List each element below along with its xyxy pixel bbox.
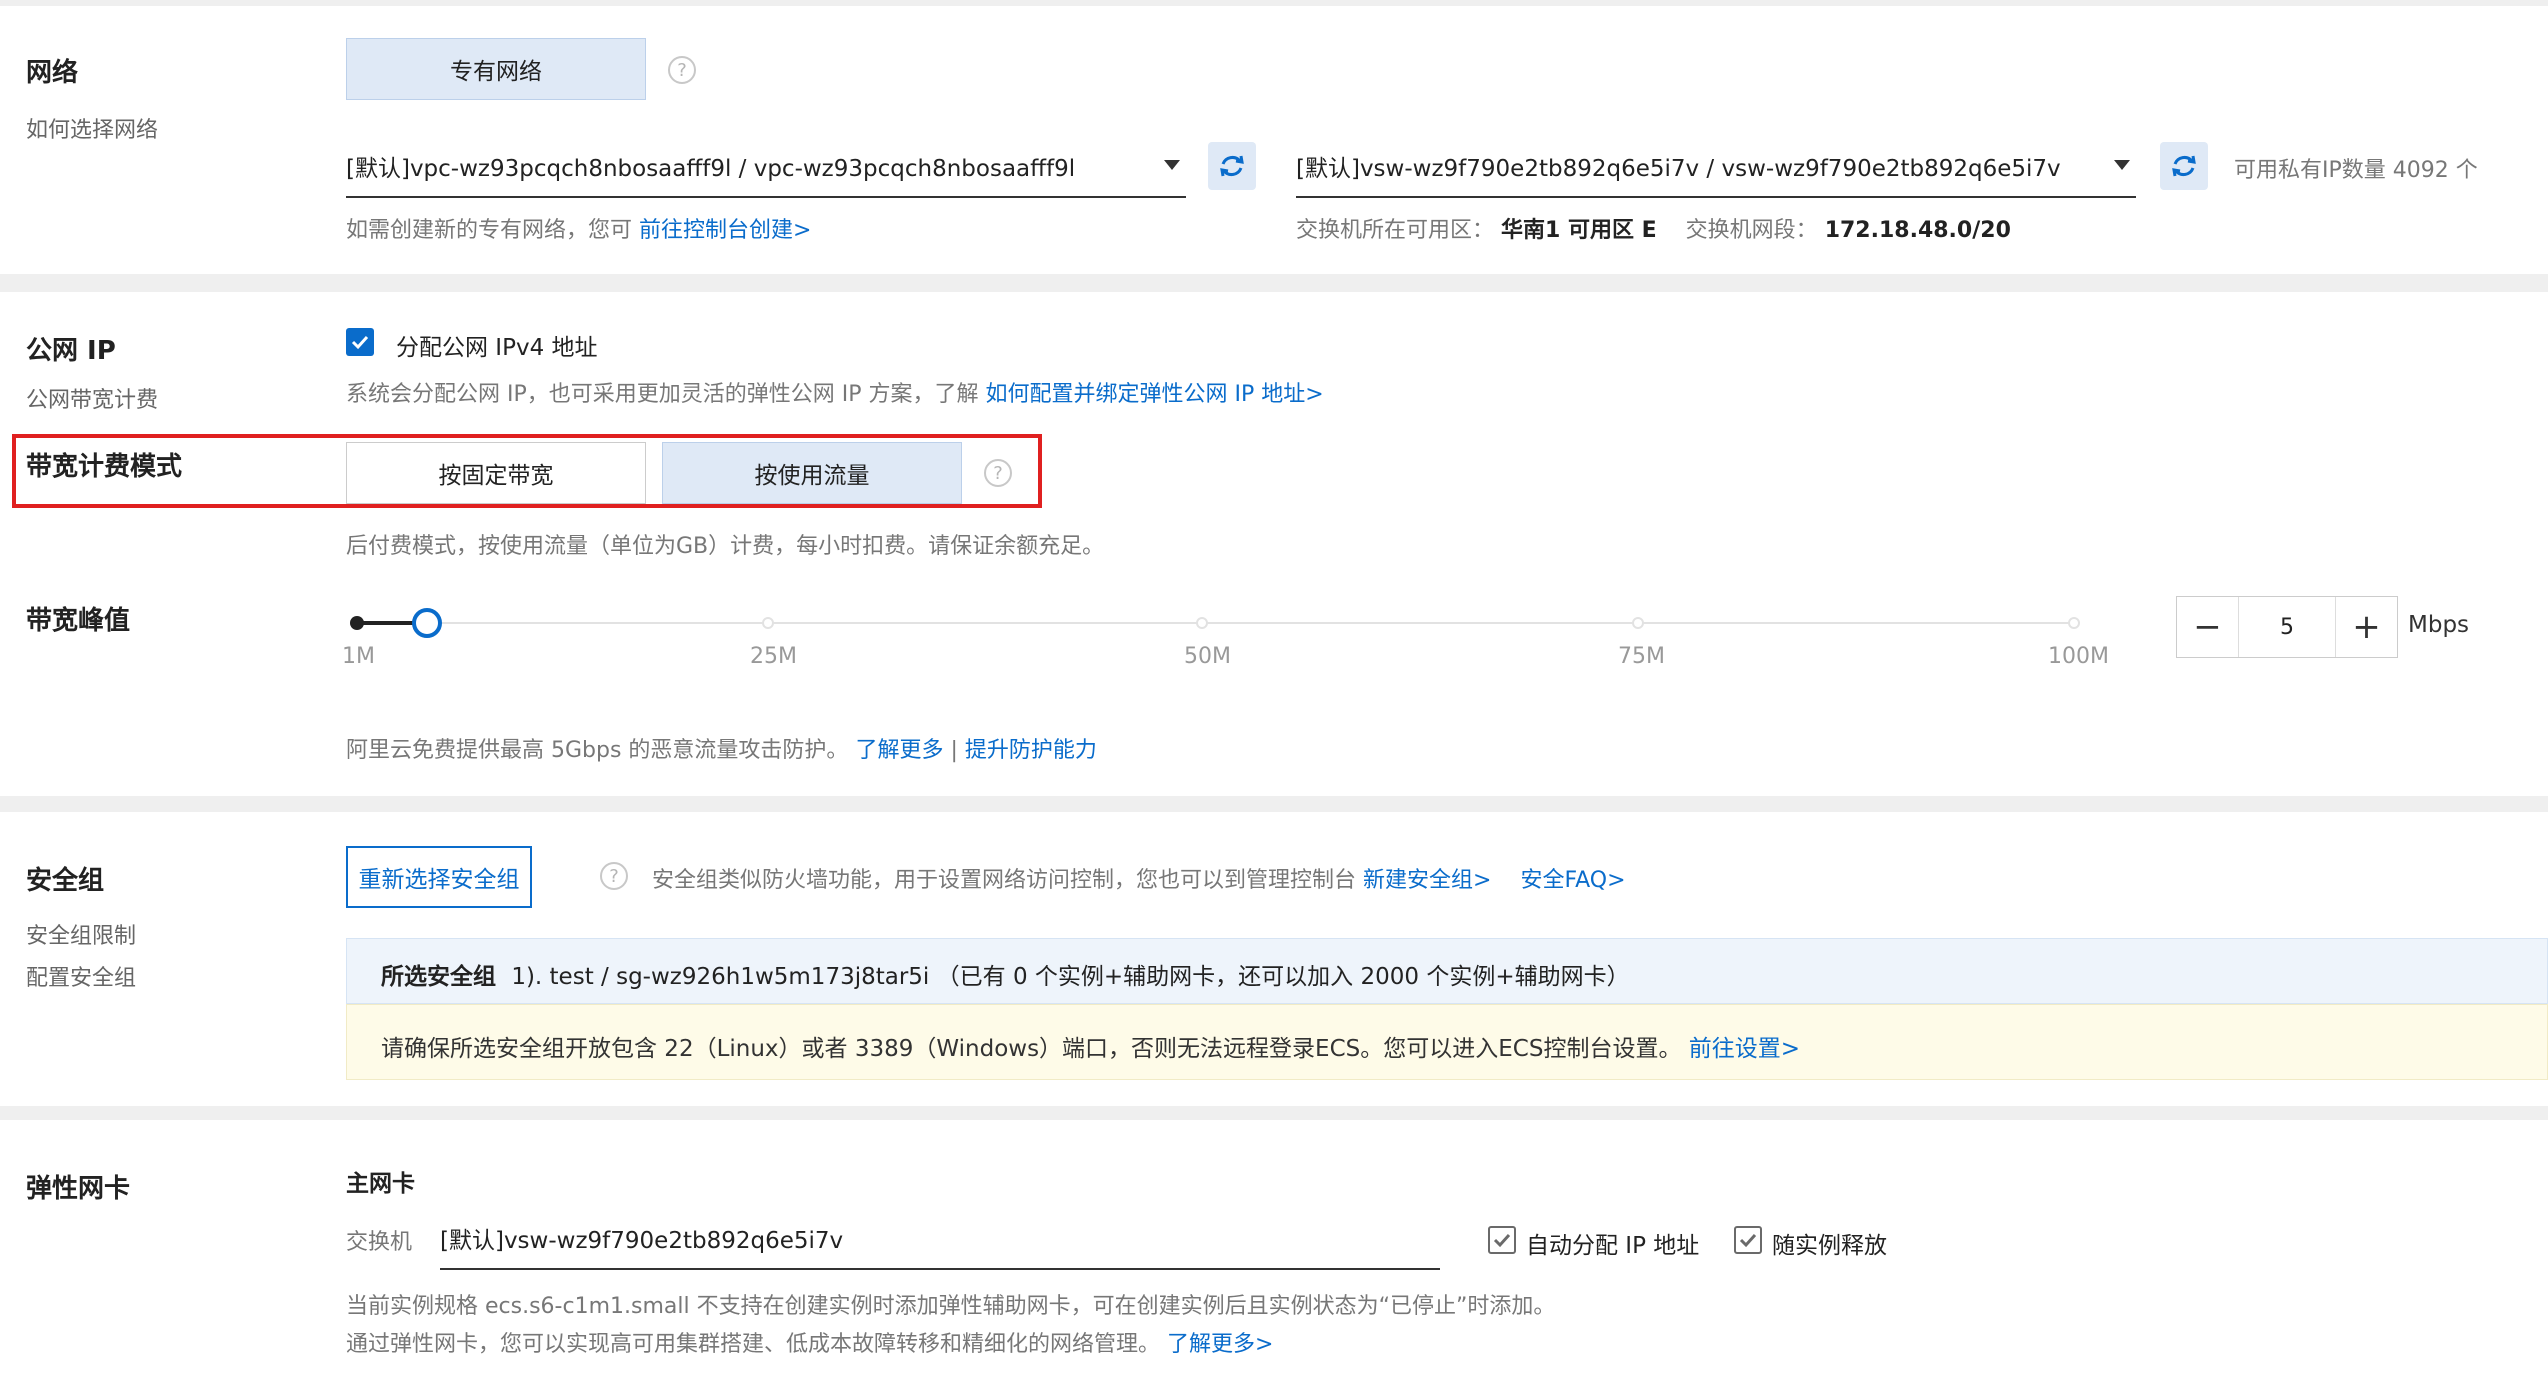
eni-note-2-text: 通过弹性网卡，您可以实现高可用集群搭建、低成本故障转移和精细化的网络管理。 <box>346 1332 1161 1357</box>
available-ip-count: 可用私有IP数量 4092 个 <box>2234 158 2478 183</box>
primary-nic-label: 主网卡 <box>346 1171 415 1197</box>
public-ip-hint-text: 系统会分配公网 IP，也可采用更加灵活的弹性公网 IP 方案，了解 <box>346 382 979 407</box>
vswitch-info: 交换机所在可用区： 华南1 可用区 E 交换机网段： 172.18.48.0/2… <box>1296 212 2011 244</box>
security-faq-link[interactable]: 安全FAQ> <box>1520 868 1625 893</box>
assign-ipv4-label[interactable]: 分配公网 IPv4 地址 <box>396 328 598 362</box>
reselect-security-group-button[interactable]: 重新选择安全组 <box>346 846 532 908</box>
create-vpc-link[interactable]: 前往控制台创建> <box>639 218 811 243</box>
help-icon[interactable]: ? <box>984 459 1012 487</box>
billing-mode-title: 带宽计费模式 <box>26 452 183 482</box>
bandwidth-stepper: − 5 + <box>2176 596 2398 658</box>
bandwidth-unit: Mbps <box>2408 612 2470 638</box>
security-group-title: 安全组 <box>26 866 105 896</box>
public-ip-subtitle[interactable]: 公网带宽计费 <box>26 382 158 414</box>
eni-learn-more-link[interactable]: 了解更多> <box>1167 1332 1273 1357</box>
go-settings-link[interactable]: 前往设置> <box>1689 1036 1800 1062</box>
assign-ipv4-checkbox[interactable] <box>346 328 374 356</box>
selected-value: 1). test / sg-wz926h1w5m173j8tar5i （已有 0… <box>511 964 1630 990</box>
slider-handle[interactable] <box>412 608 442 638</box>
release-with-instance-checkbox[interactable] <box>1734 1226 1762 1254</box>
eni-switch-value: [默认]vsw-wz9f790e2tb892q6e5i7v <box>440 1228 844 1254</box>
vpc-type-button[interactable]: 专有网络 <box>346 38 646 100</box>
new-security-group-link[interactable]: 新建安全组> <box>1363 868 1491 893</box>
ddos-hint: 阿里云免费提供最高 5Gbps 的恶意流量攻击防护。 了解更多 | 提升防护能力 <box>346 732 1097 764</box>
release-with-instance-label[interactable]: 随实例释放 <box>1772 1226 1887 1260</box>
ddos-hint-text: 阿里云免费提供最高 5Gbps 的恶意流量攻击防护。 <box>346 738 849 763</box>
eni-section: 弹性网卡 主网卡 交换机 [默认]vsw-wz9f790e2tb892q6e5i… <box>0 1120 2548 1380</box>
billing-fixed-button[interactable]: 按固定带宽 <box>346 442 646 504</box>
chevron-down-icon[interactable] <box>2114 160 2130 170</box>
slider-tick-dot <box>762 617 774 629</box>
slider-tick-dot <box>1196 617 1208 629</box>
security-group-config-link[interactable]: 配置安全组 <box>26 960 136 992</box>
slider-tick-label: 25M <box>750 644 797 669</box>
create-vpc-hint-text: 如需创建新的专有网络，您可 <box>346 218 633 243</box>
zone-value: 华南1 可用区 E <box>1501 218 1657 243</box>
security-group-limit-link[interactable]: 安全组限制 <box>26 918 136 950</box>
billing-traffic-button[interactable]: 按使用流量 <box>662 442 962 504</box>
slider-tick-label: 1M <box>342 644 375 669</box>
billing-hint: 后付费模式，按使用流量（单位为GB）计费，每小时扣费。请保证余额充足。 <box>346 534 1105 559</box>
vpc-select[interactable]: [默认]vpc-wz93pcqch8nbosaafff9l / vpc-wz93… <box>346 136 1186 198</box>
public-ip-title: 公网 IP <box>26 336 116 366</box>
auto-ip-checkbox[interactable] <box>1488 1226 1516 1254</box>
eni-title: 弹性网卡 <box>26 1174 131 1204</box>
link-separator: | <box>950 738 958 763</box>
eip-config-link[interactable]: 如何配置并绑定弹性公网 IP 地址> <box>986 382 1324 407</box>
switch-label: 交换机 <box>346 1230 413 1255</box>
slider-tick-label: 100M <box>2048 644 2109 669</box>
vswitch-select-value: [默认]vsw-wz9f790e2tb892q6e5i7v / vsw-wz9f… <box>1296 156 2061 182</box>
slider-track[interactable] <box>356 622 2078 624</box>
selected-label: 所选安全组 <box>381 964 496 990</box>
zone-label: 交换机所在可用区： <box>1296 218 1495 243</box>
eni-note-2: 通过弹性网卡，您可以实现高可用集群搭建、低成本故障转移和精细化的网络管理。 了解… <box>346 1326 1273 1358</box>
slider-tick-label: 75M <box>1618 644 1665 669</box>
decrement-button[interactable]: − <box>2177 597 2239 657</box>
port-warning-box: 请确保所选安全组开放包含 22（Linux）或者 3389（Windows）端口… <box>346 1004 2548 1080</box>
network-help-link[interactable]: 如何选择网络 <box>26 112 158 144</box>
slider-tick-dot <box>2068 617 2080 629</box>
refresh-icon[interactable] <box>2160 142 2208 190</box>
port-warning-message: 请确保所选安全组开放包含 22（Linux）或者 3389（Windows）端口… <box>381 1036 1682 1062</box>
eni-note-1: 当前实例规格 ecs.s6-c1m1.small 不支持在创建实例时添加弹性辅助… <box>346 1294 1556 1319</box>
refresh-icon[interactable] <box>1208 142 1256 190</box>
slider-tick-dot <box>1632 617 1644 629</box>
upgrade-protection-link[interactable]: 提升防护能力 <box>965 738 1097 763</box>
network-section: 网络 如何选择网络 专有网络 ? [默认]vpc-wz93pcqch8nbosa… <box>0 6 2548 274</box>
help-icon[interactable]: ? <box>668 56 696 84</box>
auto-ip-label[interactable]: 自动分配 IP 地址 <box>1526 1226 1699 1260</box>
help-icon[interactable]: ? <box>600 862 628 890</box>
security-group-hint: 安全组类似防火墙功能，用于设置网络访问控制，您也可以到管理控制台 新建安全组> … <box>652 862 1626 894</box>
slider-tick-label: 50M <box>1184 644 1231 669</box>
security-group-section: 安全组 安全组限制 配置安全组 重新选择安全组 ? 安全组类似防火墙功能，用于设… <box>0 812 2548 1106</box>
vswitch-select[interactable]: [默认]vsw-wz9f790e2tb892q6e5i7v / vsw-wz9f… <box>1296 136 2136 198</box>
chevron-down-icon[interactable] <box>1164 160 1180 170</box>
public-ip-hint: 系统会分配公网 IP，也可采用更加灵活的弹性公网 IP 方案，了解 如何配置并绑… <box>346 376 1324 408</box>
create-vpc-hint: 如需创建新的专有网络，您可 前往控制台创建> <box>346 212 811 244</box>
cidr-label: 交换机网段： <box>1685 218 1818 243</box>
slider-start-dot <box>350 616 364 630</box>
port-warning-text: 请确保所选安全组开放包含 22（Linux）或者 3389（Windows）端口… <box>381 1029 1800 1063</box>
public-ip-section: 公网 IP 公网带宽计费 分配公网 IPv4 地址 系统会分配公网 IP，也可采… <box>0 292 2548 796</box>
bandwidth-title: 带宽峰值 <box>26 606 131 636</box>
bandwidth-value-input[interactable]: 5 <box>2239 597 2335 657</box>
network-title: 网络 <box>26 58 79 88</box>
selected-security-group-text: 所选安全组 1). test / sg-wz926h1w5m173j8tar5i… <box>381 957 1630 991</box>
increment-button[interactable]: + <box>2335 597 2397 657</box>
vpc-select-value: [默认]vpc-wz93pcqch8nbosaafff9l / vpc-wz93… <box>346 156 1076 182</box>
selected-security-group-box: 所选安全组 1). test / sg-wz926h1w5m173j8tar5i… <box>346 938 2548 1004</box>
eni-switch-select[interactable]: [默认]vsw-wz9f790e2tb892q6e5i7v <box>440 1208 1440 1270</box>
security-group-hint-text: 安全组类似防火墙功能，用于设置网络访问控制，您也可以到管理控制台 <box>652 868 1357 893</box>
ddos-learn-more-link[interactable]: 了解更多 <box>855 738 943 763</box>
cidr-value: 172.18.48.0/20 <box>1824 218 2011 243</box>
